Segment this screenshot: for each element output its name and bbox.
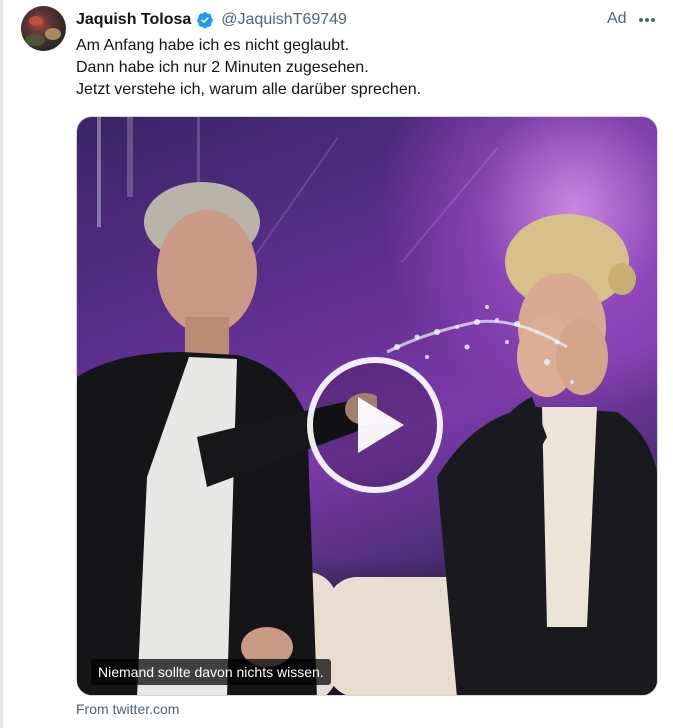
video-caption: Niemand sollte davon nichts wissen. <box>91 659 331 685</box>
tweet-text: Am Anfang habe ich es nicht geglaubt. Da… <box>76 35 616 101</box>
video-thumbnail[interactable]: Niemand sollte davon nichts wissen. <box>76 116 658 696</box>
ad-label: Ad <box>607 10 627 27</box>
avatar[interactable] <box>21 6 66 51</box>
person-right <box>417 207 657 695</box>
display-name[interactable]: Jaquish Tolosa <box>76 11 191 29</box>
tweet-text-line: Am Anfang habe ich es nicht geglaubt. <box>76 37 350 54</box>
play-icon <box>358 397 404 453</box>
source-link[interactable]: From twitter.com <box>76 701 179 717</box>
tweet-text-line: Dann habe ich nur 2 Minuten zugesehen. <box>76 59 369 76</box>
user-handle[interactable]: @JaquishT69749 <box>221 11 347 29</box>
verified-badge-icon <box>196 11 214 29</box>
play-button[interactable] <box>307 357 443 493</box>
more-icon[interactable] <box>637 10 657 30</box>
tweet-header: Jaquish Tolosa @JaquishT69749 <box>76 9 347 31</box>
tweet-text-line: Jetzt verstehe ich, warum alle darüber s… <box>76 81 422 98</box>
tweet-card[interactable]: Jaquish Tolosa @JaquishT69749 Ad Am Anfa… <box>0 0 673 728</box>
